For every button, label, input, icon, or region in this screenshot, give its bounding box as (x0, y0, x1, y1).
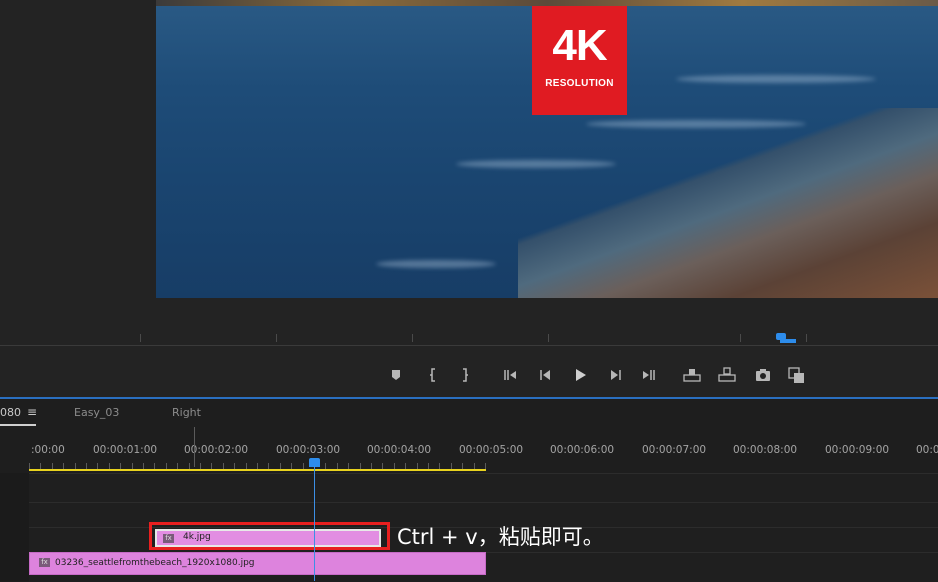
track-headers (0, 473, 29, 581)
tab-easy-03[interactable]: Easy_03 (74, 406, 119, 419)
timecode-label: 00:00:07:00 (642, 444, 707, 456)
timecode-label: 00:00:06:00 (550, 444, 615, 456)
scrub-tick (806, 334, 807, 342)
compare-icon[interactable] (788, 367, 804, 383)
ruler-marker-line (194, 427, 195, 467)
beach-rocks (518, 108, 938, 298)
tab-right[interactable]: Right (172, 406, 201, 419)
track-v3[interactable] (29, 473, 938, 502)
play-icon[interactable] (572, 367, 588, 383)
export-frame-icon[interactable] (755, 367, 771, 383)
annotation-text: Ctrl + v，粘贴即可。 (397, 525, 604, 549)
4k-resolution-logo: 4K RESOLUTION (532, 6, 627, 115)
extract-icon[interactable] (718, 367, 736, 383)
clip-seattle-beach[interactable]: fx 03236_seattlefromthebeach_1920x1080.jp… (29, 552, 486, 575)
work-area-bar[interactable] (29, 469, 486, 471)
scrub-playhead-base (780, 339, 796, 343)
scrub-tick (740, 334, 741, 342)
timecode-label: 00:00:08:00 (733, 444, 798, 456)
timecode-label: :00:00 (31, 444, 65, 456)
wave (676, 75, 876, 83)
badge-small-text: RESOLUTION (545, 78, 614, 89)
lift-icon[interactable] (683, 367, 701, 383)
timecode-label: 00:00:09:00 (825, 444, 890, 456)
step-forward-icon[interactable] (608, 367, 624, 383)
mark-out-icon[interactable] (457, 367, 473, 383)
go-to-in-icon[interactable] (502, 367, 518, 383)
timecode-label: 00:00:03:00 (276, 444, 341, 456)
step-back-icon[interactable] (537, 367, 553, 383)
source-pane (0, 0, 156, 298)
timecode-label: 00:00:05:00 (459, 444, 524, 456)
wave (376, 260, 496, 268)
timecode-label: 00:0 (916, 444, 938, 456)
timecode-label: 00:00:01:00 (93, 444, 158, 456)
scrub-tick (548, 334, 549, 342)
fx-badge-icon: fx (39, 558, 50, 567)
badge-big-text: 4K (552, 21, 607, 70)
go-to-out-icon[interactable] (641, 367, 657, 383)
active-tab-underline (0, 424, 36, 426)
marker-icon[interactable] (388, 367, 404, 383)
clip-label: 03236_seattlefromthebeach_1920x1080.jpg (55, 558, 255, 568)
mark-in-icon[interactable] (425, 367, 441, 383)
timecode-label: 00:00:04:00 (367, 444, 432, 456)
scrub-tick (140, 334, 141, 342)
playhead-line (314, 466, 315, 581)
scrub-tick (276, 334, 277, 342)
timeline-tabs (0, 399, 938, 427)
tab-menu-icon[interactable]: ≡ (27, 405, 37, 419)
highlight-box (149, 522, 390, 550)
scrub-tick (412, 334, 413, 342)
tab-sequence[interactable]: 080 (0, 406, 21, 419)
